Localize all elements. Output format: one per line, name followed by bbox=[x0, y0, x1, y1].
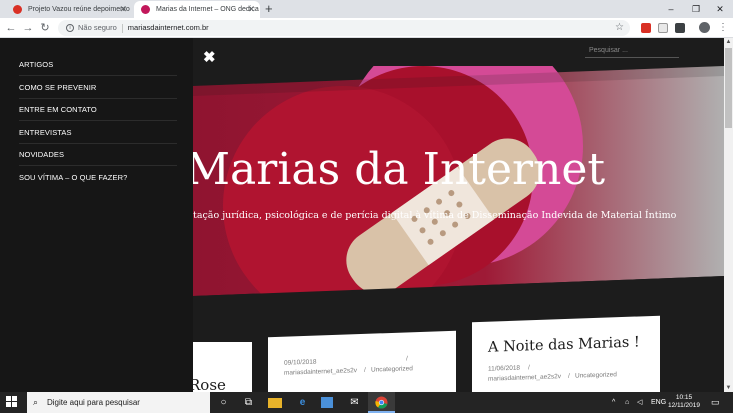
hero-banner: Marias da Internet tação jurídica, psico… bbox=[193, 66, 724, 296]
security-label: Não seguro bbox=[78, 23, 117, 32]
meta-separator: / bbox=[528, 364, 530, 372]
info-icon[interactable]: i bbox=[66, 24, 74, 33]
new-tab-button[interactable]: + bbox=[265, 1, 273, 17]
notifications-icon[interactable]: ▭ bbox=[711, 392, 720, 413]
pdf-extension-icon[interactable] bbox=[658, 23, 668, 33]
bookmark-star-icon[interactable]: ☆ bbox=[615, 20, 624, 36]
address-bar[interactable]: i Não seguro mariasdainternet.com.br ☆ bbox=[58, 20, 630, 36]
tab-marias-da-internet[interactable]: Marias da Internet – ONG dedica ✕ bbox=[134, 1, 260, 18]
extension-icon[interactable] bbox=[675, 23, 685, 33]
tab-title: Marias da Internet – ONG dedica bbox=[156, 6, 259, 13]
clock-date: 12/11/2019 bbox=[667, 402, 701, 409]
post-card[interactable]: 09/10/2018 / mariasdainternet_ae2s2v / U… bbox=[268, 330, 456, 392]
post-date: 11/06/2018 bbox=[488, 364, 521, 373]
nav-item-sou-vitima[interactable]: SOU VÍTIMA – O QUE FAZER? bbox=[19, 167, 177, 189]
post-category[interactable]: Uncategorized bbox=[575, 371, 617, 379]
scroll-thumb[interactable] bbox=[725, 48, 732, 128]
post-title[interactable]: Rose bbox=[189, 376, 226, 392]
tray-chevron-icon[interactable]: ^ bbox=[612, 392, 615, 413]
post-title[interactable]: A Noite das Marias ! bbox=[488, 334, 640, 355]
tab-favicon-icon bbox=[13, 5, 22, 14]
store-icon[interactable] bbox=[321, 397, 333, 408]
site-search-input[interactable]: Pesquisar ... bbox=[585, 43, 679, 58]
windows-taskbar: ⌕ Digite aqui para pesquisar ○ ⧉ e ✉ ^ ⌂… bbox=[0, 392, 733, 413]
url-text: mariasdainternet.com.br bbox=[127, 23, 209, 32]
network-icon[interactable]: ⌂ bbox=[625, 392, 629, 413]
page-scrollbar[interactable]: ▲ ▼ bbox=[724, 38, 733, 392]
minimize-button[interactable]: – bbox=[658, 0, 684, 18]
page-viewport: Marias da Internet tação jurídica, psico… bbox=[0, 38, 724, 392]
start-icon[interactable] bbox=[6, 396, 18, 408]
chrome-logo-icon bbox=[375, 396, 388, 409]
meta-separator: / bbox=[364, 366, 366, 374]
tab-favicon-icon bbox=[141, 5, 150, 14]
tab-strip: Projeto Vazou reúne depoimento ✕ Marias … bbox=[0, 0, 733, 18]
cortana-icon[interactable]: ○ bbox=[216, 395, 231, 410]
post-author[interactable]: mariasdainternet_ae2s2v bbox=[284, 367, 357, 377]
meta-separator: / bbox=[568, 372, 570, 380]
post-date: 09/10/2018 bbox=[284, 358, 317, 367]
scroll-up-icon[interactable]: ▲ bbox=[724, 39, 733, 45]
window-close-button[interactable]: ✕ bbox=[707, 0, 733, 18]
reload-button[interactable]: ↻ bbox=[37, 20, 53, 36]
forward-button[interactable]: → bbox=[20, 20, 36, 36]
site-tagline: tação jurídica, psicológica e de perícia… bbox=[193, 210, 677, 221]
tab-close-icon[interactable]: ✕ bbox=[247, 1, 255, 18]
edge-icon[interactable]: e bbox=[295, 395, 310, 410]
file-explorer-icon[interactable] bbox=[268, 398, 282, 408]
mail-icon[interactable]: ✉ bbox=[347, 395, 362, 410]
nav-item-novidades[interactable]: NOVIDADES bbox=[19, 144, 177, 166]
browser-toolbar: ← → ↻ i Não seguro mariasdainternet.com.br… bbox=[0, 18, 733, 38]
browser-menu-icon[interactable]: ⋮ bbox=[718, 20, 728, 36]
close-menu-icon[interactable]: ✖ bbox=[203, 48, 216, 66]
meta-separator: / bbox=[406, 355, 408, 363]
side-navigation: ARTIGOS COMO SE PREVENIR ENTRE EM CONTAT… bbox=[0, 38, 193, 392]
divider bbox=[121, 23, 123, 33]
tab-projeto-vazou[interactable]: Projeto Vazou reúne depoimento ✕ bbox=[6, 1, 132, 18]
extension-icon[interactable] bbox=[641, 23, 651, 33]
restore-button[interactable]: ❐ bbox=[683, 0, 709, 18]
task-view-icon[interactable]: ⧉ bbox=[241, 395, 256, 410]
back-button[interactable]: ← bbox=[3, 20, 19, 36]
post-author[interactable]: mariasdainternet_ae2s2v bbox=[488, 373, 561, 383]
system-clock[interactable]: 10:15 12/11/2019 bbox=[664, 394, 704, 410]
profile-avatar-icon[interactable] bbox=[699, 22, 710, 33]
chrome-icon[interactable] bbox=[368, 392, 395, 413]
volume-icon[interactable]: ◁ bbox=[637, 392, 642, 413]
nav-item-como-se-prevenir[interactable]: COMO SE PREVENIR bbox=[19, 77, 177, 99]
nav-item-entre-em-contato[interactable]: ENTRE EM CONTATO bbox=[19, 99, 177, 121]
post-card[interactable]: Rose bbox=[189, 342, 252, 392]
site-title[interactable]: Marias da Internet bbox=[193, 144, 605, 195]
taskbar-search-placeholder: Digite aqui para pesquisar bbox=[47, 398, 140, 407]
taskbar-search-input[interactable]: ⌕ Digite aqui para pesquisar bbox=[27, 392, 210, 413]
clock-time: 10:15 bbox=[675, 394, 693, 401]
tab-title: Projeto Vazou reúne depoimento bbox=[28, 6, 130, 13]
nav-item-artigos[interactable]: ARTIGOS bbox=[19, 54, 177, 76]
scroll-down-icon[interactable]: ▼ bbox=[724, 385, 733, 391]
search-icon: ⌕ bbox=[33, 397, 39, 407]
post-category[interactable]: Uncategorized bbox=[371, 365, 413, 373]
post-card[interactable]: A Noite das Marias ! 11/06/2018 / marias… bbox=[472, 315, 660, 392]
tab-close-icon[interactable]: ✕ bbox=[119, 1, 127, 18]
nav-item-entrevistas[interactable]: ENTREVISTAS bbox=[19, 122, 177, 144]
